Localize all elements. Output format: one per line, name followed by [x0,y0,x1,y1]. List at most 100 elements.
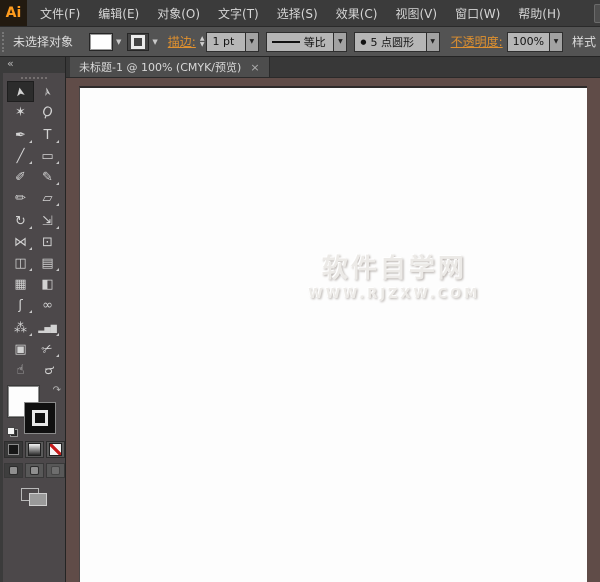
blob-brush-tool[interactable]: ✏ [7,188,34,209]
lasso-tool-icon: Ϙ [40,103,55,122]
pen-tool[interactable]: ✒ [7,125,34,146]
default-fill-stroke-icon[interactable] [7,427,18,437]
stroke-proxy-swatch[interactable] [24,402,56,434]
line-segment-tool[interactable]: ╱ [7,146,34,167]
gradient-tool-icon: ◧ [41,277,54,292]
document-tab-title: 未标题-1 @ 100% (CMYK/预览) [79,61,242,74]
shape-builder-tool-icon: ◫ [14,256,27,271]
paint-gradient-button[interactable] [24,441,44,458]
panel-grip-dots[interactable] [21,77,47,79]
opacity-panel-link[interactable]: 不透明度: [451,33,503,50]
swap-fill-stroke-icon[interactable]: ↷ [53,385,61,396]
menu-item-2[interactable]: 编辑(E) [89,5,148,22]
blend-tool[interactable]: ∞ [34,295,61,316]
perspective-grid-tool-icon: ▤ [41,256,54,271]
chevron-down-icon[interactable]: ▼ [116,38,121,46]
tool-grid: ➤ ➢ ✶ Ϙ ✒ T ╱ ▭ ✐ ✎ ✏ ▱ ↻ ⇲ ⋈ ⊡ ◫ ▤ ▦ ◧ ʃ ∞ ⁂ ▂▅▇ ▣ ✂ ☝ ɋ [3,81,65,381]
width-profile-dropdown[interactable]: ▼ [333,31,348,52]
menu-item-8[interactable]: 窗口(W) [446,5,509,22]
artboard-canvas[interactable]: 软件自学网 WWW.RJZXW.COM [79,86,587,582]
rectangle-tool-icon: ▭ [41,149,54,164]
artboard-tool[interactable]: ▣ [7,339,34,360]
draw-normal-button[interactable] [3,463,23,478]
hand-tool[interactable]: ☝ [7,360,34,381]
watermark-title: 软件自学网 [321,254,467,284]
paint-none-button[interactable] [45,441,65,458]
menu-item-5[interactable]: 选择(S) [268,5,327,22]
close-icon[interactable]: × [250,61,259,74]
draw-normal-icon [8,466,18,475]
bridge-button[interactable]: Br [593,3,600,23]
type-tool[interactable]: T [34,125,61,146]
pen-tool-icon: ✒ [15,128,26,143]
style-label: 样式 [572,35,597,49]
width-tool[interactable]: ⋈ [7,232,34,253]
document-tab[interactable]: 未标题-1 @ 100% (CMYK/预览) × [70,57,270,77]
stroke-profile-line-icon [271,40,300,43]
zoom-tool[interactable]: ɋ [34,360,61,381]
pencil-tool[interactable]: ✎ [34,167,61,188]
shape-builder-tool[interactable]: ◫ [7,253,34,274]
control-bar: 未选择对象 ▼ ▼ 描边: ▲ ▼ 1 pt ▼ 等比 ▼ ● 5 点圆形 ▼ 不… [0,27,600,57]
blend-tool-icon: ∞ [42,298,53,313]
illustrator-window: Ai 文件(F) 编辑(E) 对象(O) 文字(T) 选择(S) 效果(C) 视图(V) 窗口… [0,0,600,582]
draw-behind-button[interactable] [24,463,44,478]
eraser-tool-icon: ▱ [42,191,53,206]
pasteboard[interactable]: 软件自学网 WWW.RJZXW.COM [66,78,600,582]
stroke-panel-link[interactable]: 描边: [168,33,196,50]
magic-wand-tool-icon: ✶ [15,105,26,120]
symbol-sprayer-tool[interactable]: ⁂ [7,318,34,339]
brush-definition-label: 5 点圆形 [370,35,414,49]
eyedropper-tool[interactable]: ʃ [7,295,34,316]
menu-item-6[interactable]: 效果(C) [327,5,387,22]
draw-mode-row [3,463,65,478]
brush-definition-field[interactable]: ● 5 点圆形 [354,31,426,52]
rotate-tool-icon: ↻ [15,214,26,229]
fill-color-control[interactable]: ▼ [89,32,121,51]
collapse-panel-button[interactable]: « [7,57,14,70]
menu-item-3[interactable]: 对象(O) [148,5,209,22]
rotate-tool[interactable]: ↻ [7,211,34,232]
screen-mode-button[interactable] [21,488,47,506]
draw-inside-icon [50,466,60,475]
opacity-dropdown[interactable]: ▼ [549,31,563,52]
menu-item-4[interactable]: 文字(T) [209,5,268,22]
brush-definition-dropdown[interactable]: ▼ [425,31,440,52]
column-graph-tool[interactable]: ▂▅▇ [34,318,61,339]
watermark-url: WWW.RJZXW.COM [308,287,481,302]
direct-selection-tool-icon: ➢ [39,85,56,98]
paint-mode-row [3,441,65,458]
pencil-tool-icon: ✎ [42,170,53,185]
menu-bar: Ai 文件(F) 编辑(E) 对象(O) 文字(T) 选择(S) 效果(C) 视图(V) 窗口… [0,0,600,27]
lasso-tool[interactable]: Ϙ [34,102,61,123]
draw-inside-button[interactable] [45,463,65,478]
menu-items: 文件(F) 编辑(E) 对象(O) 文字(T) 选择(S) 效果(C) 视图(V) 窗口(W)… [31,5,570,22]
width-profile-field[interactable]: 等比 [265,31,334,52]
panel-grip[interactable] [2,31,8,52]
stroke-width-stepper[interactable]: ▲ ▼ [200,35,205,48]
stroke-width-dropdown[interactable]: ▼ [244,31,259,52]
magic-wand-tool[interactable]: ✶ [7,102,34,123]
perspective-grid-tool[interactable]: ▤ [34,253,61,274]
menu-item-9[interactable]: 帮助(H) [509,5,569,22]
gradient-tool[interactable]: ◧ [34,274,61,295]
selection-tool[interactable]: ➤ [7,81,34,102]
menu-item-7[interactable]: 视图(V) [386,5,446,22]
paint-color-button[interactable] [3,441,23,458]
opacity-field[interactable]: 100% [506,31,550,52]
app-logo-icon: Ai [0,0,27,26]
free-transform-tool[interactable]: ⊡ [34,232,61,253]
chevron-down-icon[interactable]: ▼ [152,38,157,46]
menu-item-1[interactable]: 文件(F) [31,5,89,22]
direct-selection-tool[interactable]: ➢ [34,81,61,102]
stroke-color-swatch[interactable] [127,32,150,51]
rectangle-tool[interactable]: ▭ [34,146,61,167]
stroke-width-field[interactable]: 1 pt [206,31,245,52]
mesh-tool[interactable]: ▦ [7,274,34,295]
fill-color-swatch[interactable] [89,32,114,51]
scale-tool[interactable]: ⇲ [34,211,61,232]
paintbrush-tool[interactable]: ✐ [7,167,34,188]
slice-tool[interactable]: ✂ [34,339,61,360]
eraser-tool[interactable]: ▱ [34,188,61,209]
stroke-color-control[interactable]: ▼ [127,32,158,51]
